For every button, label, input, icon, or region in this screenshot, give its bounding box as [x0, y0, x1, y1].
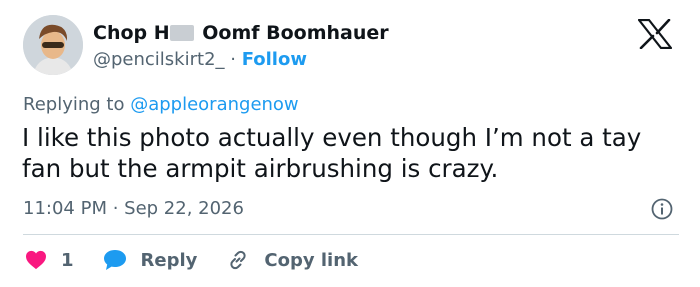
x-logo-icon[interactable] — [638, 19, 672, 49]
replying-to: Replying to @appleorangenow — [23, 94, 299, 115]
heart-icon — [26, 250, 46, 270]
tweet-date: Sep 22, 2026 — [124, 198, 244, 219]
reply-label: Reply — [140, 249, 198, 271]
replying-prefix: Replying to — [23, 94, 131, 115]
tweet-time: 11:04 PM — [23, 198, 107, 219]
like-button[interactable]: 1 — [25, 250, 103, 271]
handle-separator: · — [224, 49, 242, 70]
tweet-timestamp[interactable]: 11:04 PM · Sep 22, 2026 — [23, 198, 244, 219]
author-handle[interactable]: @pencilskirt2_ — [93, 49, 225, 70]
link-icon — [230, 250, 247, 270]
reply-mention-link[interactable]: @appleorangenow — [130, 94, 298, 115]
redaction-block — [169, 25, 194, 41]
action-bar: 1 Reply Copy link — [25, 246, 358, 274]
divider — [23, 234, 679, 235]
info-icon[interactable] — [650, 197, 674, 221]
author-display-name[interactable]: Chop H Oomf Boomhauer — [93, 22, 389, 44]
tweet-text: I like this photo actually even though I… — [22, 123, 642, 183]
reply-button[interactable]: Reply — [103, 249, 198, 271]
avatar-image — [23, 15, 83, 75]
author-handle-line: @pencilskirt2_ · Follow — [93, 49, 307, 70]
timestamp-separator: · — [106, 198, 125, 219]
like-count: 1 — [61, 249, 74, 271]
follow-button[interactable]: Follow — [242, 49, 307, 70]
copy-link-button[interactable]: Copy link — [226, 248, 358, 272]
avatar[interactable] — [23, 15, 83, 75]
copy-link-label: Copy link — [264, 249, 358, 271]
display-name-start: Chop H — [93, 22, 170, 44]
speech-bubble-icon — [103, 250, 126, 270]
display-name-end: Oomf Boomhauer — [195, 22, 389, 44]
